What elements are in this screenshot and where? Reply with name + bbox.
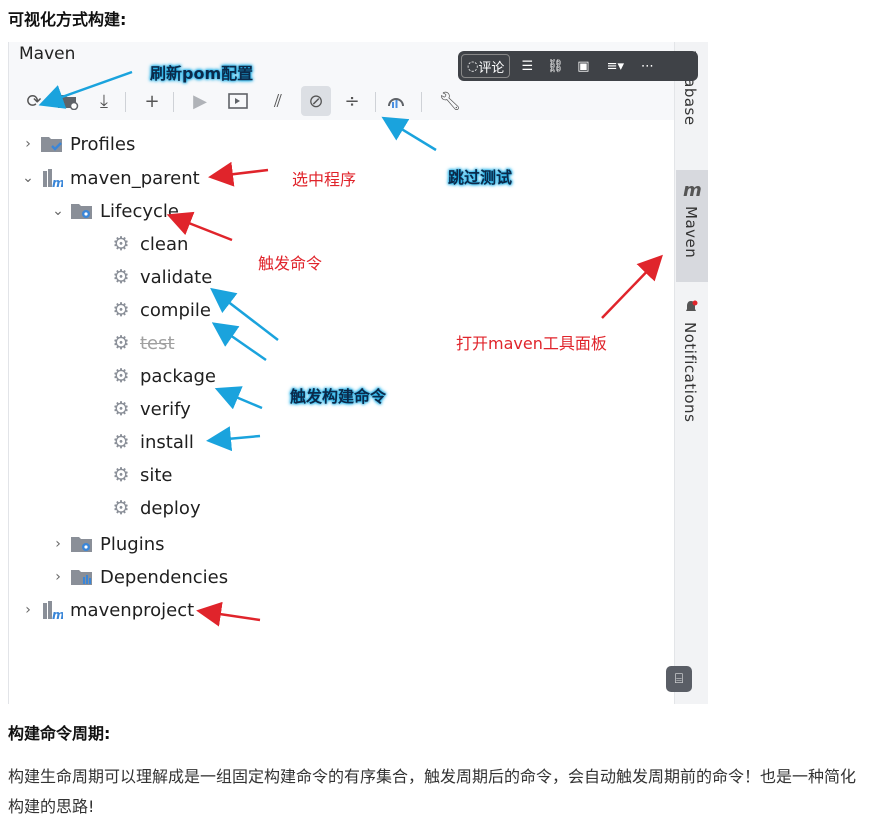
maven-toolbar: ⟳ ⤓ + ▶ ⫽ ⊘ ÷ 🔧︎ bbox=[19, 86, 579, 118]
lifecycle-phase-test[interactable]: ⚙ test bbox=[110, 329, 175, 357]
phase-label: verify bbox=[140, 398, 191, 420]
annotation-refresh-pom: 刷新pom配置 bbox=[150, 64, 254, 83]
lifecycle-phase-deploy[interactable]: ⚙ deploy bbox=[110, 494, 201, 522]
doc-heading: 可视化方式构建: bbox=[8, 10, 127, 29]
tree-item-plugins[interactable]: › Plugins bbox=[48, 530, 164, 558]
tree-item-mavenproject[interactable]: › m mavenproject bbox=[18, 596, 194, 624]
phase-label: compile bbox=[140, 299, 211, 321]
maven-module-icon: m bbox=[40, 599, 64, 621]
description-paragraph: 构建生命周期可以理解成是一组固定构建命令的有序集合，触发周期后的命令，会自动触发… bbox=[8, 767, 857, 816]
gear-icon: ⚙ bbox=[112, 299, 130, 321]
tree-item-dependencies[interactable]: › Dependencies bbox=[48, 563, 228, 591]
chevron-right-icon[interactable]: › bbox=[18, 602, 38, 618]
chevron-right-icon[interactable]: › bbox=[48, 536, 68, 552]
side-tab-notifications[interactable]: Notifications bbox=[681, 322, 699, 422]
lifecycle-phase-package[interactable]: ⚙ package bbox=[110, 362, 216, 390]
lifecycle-phase-validate[interactable]: ⚙ validate bbox=[110, 263, 212, 291]
phase-label: install bbox=[140, 431, 194, 453]
chevron-right-icon[interactable]: › bbox=[18, 136, 38, 152]
lifecycle-phase-clean[interactable]: ⚙ clean bbox=[110, 230, 188, 258]
svg-text:m: m bbox=[52, 176, 63, 189]
toggle-offline-icon[interactable]: ⫽ bbox=[263, 86, 293, 116]
download-icon[interactable]: ⤓ bbox=[89, 86, 119, 116]
annotation-open-maven-panel: 打开maven工具面板 bbox=[456, 334, 607, 353]
gear-icon: ⚙ bbox=[112, 365, 130, 387]
side-tab-maven-label: Maven bbox=[682, 206, 700, 259]
lifecycle-phase-site[interactable]: ⚙ site bbox=[110, 461, 173, 489]
run-icon[interactable]: ▶ bbox=[185, 86, 215, 116]
section-title: 构建命令周期: bbox=[8, 724, 111, 743]
comment-label: 评论 bbox=[478, 60, 505, 76]
gear-icon: ⚙ bbox=[112, 431, 130, 453]
gear-icon: ⚙ bbox=[112, 497, 130, 519]
chevron-down-icon[interactable]: ⌄ bbox=[48, 203, 68, 219]
link-icon[interactable]: ⛓︎ bbox=[544, 55, 566, 77]
tree-label: Plugins bbox=[100, 533, 165, 555]
gear-icon: ⚙ bbox=[112, 398, 130, 420]
skip-tests-icon[interactable]: ⊘ bbox=[301, 86, 331, 116]
panel-title: Maven bbox=[19, 44, 76, 64]
chevron-right-icon[interactable]: › bbox=[48, 569, 68, 585]
lifecycle-phase-verify[interactable]: ⚙ verify bbox=[110, 395, 191, 423]
add-folder-icon[interactable] bbox=[53, 86, 83, 116]
refresh-icon[interactable]: ⟳ bbox=[19, 86, 49, 116]
image-icon[interactable]: ▣ bbox=[572, 55, 594, 77]
tree-label: Dependencies bbox=[100, 566, 229, 588]
tree-label: mavenproject bbox=[70, 599, 195, 621]
tree-label: Lifecycle bbox=[100, 200, 179, 222]
phase-label: clean bbox=[140, 233, 189, 255]
annotation-trigger-build-command: 触发构建命令 bbox=[290, 387, 387, 406]
bell-icon bbox=[686, 300, 698, 311]
annotation-trigger-command: 触发命令 bbox=[258, 254, 323, 273]
phase-label: deploy bbox=[140, 497, 201, 519]
phase-label: test bbox=[140, 332, 175, 354]
tree-label: maven_parent bbox=[70, 167, 200, 189]
svg-text:m: m bbox=[52, 608, 63, 621]
run-config-icon[interactable] bbox=[223, 86, 253, 116]
chevron-down-icon[interactable]: ⌄ bbox=[18, 170, 38, 186]
plus-icon[interactable]: + bbox=[137, 86, 167, 116]
dependencies-folder-icon bbox=[70, 566, 94, 588]
comment-button[interactable]: ◌ 评论 bbox=[461, 54, 511, 78]
more-icon[interactable]: ⋯ bbox=[636, 55, 658, 77]
floating-action-bar: ◌ 评论 ☰ ⛓︎ ▣ ≡▾ ⋯ bbox=[458, 51, 698, 81]
right-tool-strip: Database m Maven Notifications bbox=[674, 42, 708, 704]
lifecycle-folder-icon bbox=[70, 200, 94, 222]
lifecycle-phase-compile[interactable]: ⚙ compile bbox=[110, 296, 211, 324]
tree-item-profiles[interactable]: › Profiles bbox=[18, 130, 135, 158]
annotation-skip-test: 跳过测试 bbox=[448, 168, 513, 187]
tree-item-maven-parent[interactable]: ⌄ m maven_parent bbox=[18, 164, 200, 192]
phase-label: site bbox=[140, 464, 173, 486]
analyze-icon[interactable] bbox=[381, 86, 411, 116]
plugins-folder-icon bbox=[70, 533, 94, 555]
comment-icon: ◌ bbox=[467, 58, 479, 74]
maven-module-icon: m bbox=[40, 167, 64, 189]
gear-icon: ⚙ bbox=[112, 464, 130, 486]
outline-dropdown-icon[interactable]: ≡▾ bbox=[600, 55, 630, 77]
scan-icon[interactable]: ⌸ bbox=[666, 666, 692, 692]
settings-wrench-icon[interactable]: 🔧︎ bbox=[435, 86, 465, 116]
annotation-select-program: 选中程序 bbox=[292, 170, 357, 189]
gear-icon: ⚙ bbox=[112, 332, 130, 354]
phase-label: validate bbox=[140, 266, 213, 288]
collapse-icon[interactable]: ÷ bbox=[337, 86, 367, 116]
note-icon[interactable]: ☰ bbox=[516, 55, 538, 77]
maven-m-icon: m bbox=[683, 180, 702, 201]
tree-label: Profiles bbox=[70, 133, 136, 155]
gear-icon: ⚙ bbox=[112, 266, 130, 288]
phase-label: package bbox=[140, 365, 216, 387]
lifecycle-phase-install[interactable]: ⚙ install bbox=[110, 428, 194, 456]
tree-item-lifecycle[interactable]: ⌄ Lifecycle bbox=[48, 197, 179, 225]
profiles-folder-icon bbox=[40, 133, 64, 155]
gear-icon: ⚙ bbox=[112, 233, 130, 255]
